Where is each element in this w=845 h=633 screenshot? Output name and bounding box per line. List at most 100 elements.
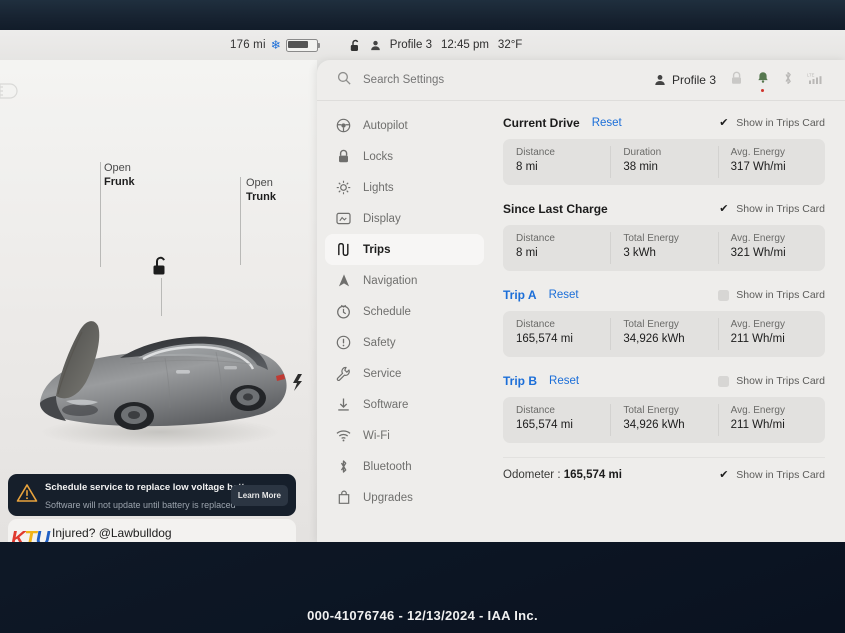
auction-watermark: 000-41076746 - 12/13/2024 - IAA Inc. <box>307 607 538 623</box>
stat-label: Distance <box>516 319 555 330</box>
sidebar-item-service[interactable]: Service <box>325 358 484 389</box>
profile-name[interactable]: Profile 3 <box>390 39 432 51</box>
media-player-card: KTU 103.5 Injured? @Lawbulldog 103.5 KTU… <box>8 519 296 542</box>
checkbox[interactable] <box>718 289 730 301</box>
car-visualization-pane: Open Frunk Open Trunk Schedule service t… <box>0 60 317 542</box>
stat-row: Distance 8 mi Total Energy 3 kWh Avg. Energy… <box>503 225 825 271</box>
checkbox[interactable] <box>718 204 729 215</box>
reset-button[interactable]: Reset <box>592 117 622 129</box>
show-in-trips-card-toggle[interactable]: Show in Trips Card <box>718 375 825 387</box>
sidebar-item-autopilot[interactable]: Autopilot <box>325 110 484 141</box>
sidebar-item-software[interactable]: Software <box>325 389 484 420</box>
sidebar-item-bluetooth[interactable]: Bluetooth <box>325 451 484 482</box>
section-header: Since Last Charge Show in Trips Card <box>503 199 825 219</box>
trips-road-icon <box>336 242 351 257</box>
stat-cell: Distance 8 mi <box>503 139 610 185</box>
settings-sidebar: Autopilot Locks Lights Display Trips Navigati… <box>317 100 492 542</box>
sidebar-item-navigation[interactable]: Navigation <box>325 265 484 296</box>
stat-value: 3 kWh <box>623 247 656 259</box>
range-indicator: 176 mi <box>230 39 266 51</box>
odometer-row: Odometer : 165,574 mi Show in Trips Card <box>503 457 825 481</box>
stat-cell: Duration 38 min <box>610 139 717 185</box>
stat-cell: Avg. Energy 211 Wh/mi <box>717 311 825 357</box>
sidebar-item-lights[interactable]: Lights <box>325 172 484 203</box>
sidebar-item-label: Display <box>363 212 401 225</box>
frunk-stem <box>100 162 101 267</box>
sidebar-item-upgrades[interactable]: Upgrades <box>325 482 484 513</box>
stat-label: Total Energy <box>623 319 679 330</box>
hd-radio-badge: HD <box>273 541 286 542</box>
status-bar: 176 mi ❄ Profile 3 12:45 pm 32°F <box>0 30 845 60</box>
search-input[interactable] <box>361 73 545 87</box>
car-illustration[interactable] <box>10 300 310 455</box>
sidebar-item-safety[interactable]: Safety <box>325 327 484 358</box>
section-header: Trip B Reset Show in Trips Card <box>503 371 825 391</box>
notification-dot <box>760 89 764 92</box>
service-subtitle: Software will not update until battery i… <box>45 500 236 510</box>
lock-icon[interactable] <box>730 71 743 90</box>
wifi-icon <box>336 428 351 443</box>
header-profile[interactable]: Profile 3 <box>654 73 716 87</box>
navigation-arrow-icon <box>336 273 351 288</box>
odometer-value: 165,574 mi <box>563 469 622 481</box>
learn-more-button[interactable]: Learn More <box>230 484 288 506</box>
checkbox[interactable] <box>718 470 729 481</box>
show-in-trips-card-label: Show in Trips Card <box>736 289 825 301</box>
service-title: Schedule service to replace low voltage … <box>45 482 259 493</box>
notification-bell-icon[interactable] <box>757 71 769 92</box>
section-header: Trip A Reset Show in Trips Card <box>503 285 825 305</box>
odometer-label: Odometer : <box>503 469 561 481</box>
show-in-trips-card-toggle[interactable]: Show in Trips Card <box>718 117 825 129</box>
sidebar-item-trips[interactable]: Trips <box>325 234 484 265</box>
section-title: Current Drive <box>503 116 580 130</box>
unlocked-padlock-icon[interactable] <box>350 39 361 52</box>
settings-header: Profile 3 LTE <box>317 60 845 101</box>
service-notification[interactable]: Schedule service to replace low voltage … <box>8 474 296 516</box>
lte-signal-icon: LTE <box>807 71 827 90</box>
stat-label: Total Energy <box>623 405 679 416</box>
reset-button[interactable]: Reset <box>549 375 579 387</box>
sidebar-item-locks[interactable]: Locks <box>325 141 484 172</box>
sidebar-item-label: Service <box>363 367 402 380</box>
snowflake-icon: ❄ <box>270 38 281 52</box>
odometer-show-in-trips-card[interactable]: Show in Trips Card <box>718 469 825 481</box>
bluetooth-icon[interactable] <box>783 71 793 90</box>
stat-label: Avg. Energy <box>730 405 785 416</box>
bluetooth-icon <box>336 459 351 474</box>
section-title: Since Last Charge <box>503 202 608 216</box>
sidebar-item-wi-fi[interactable]: Wi-Fi <box>325 420 484 451</box>
stat-label: Distance <box>516 405 555 416</box>
sidebar-item-label: Software <box>363 398 409 411</box>
dashboard-frame: 176 mi ❄ Profile 3 12:45 pm 32°F Open Fr… <box>0 0 845 633</box>
show-in-trips-card-toggle[interactable]: Show in Trips Card <box>718 203 825 215</box>
checkbox[interactable] <box>718 375 730 387</box>
open-trunk-button[interactable]: Open Trunk <box>240 177 276 265</box>
show-in-trips-card-toggle[interactable]: Show in Trips Card <box>718 289 825 301</box>
media-title: Injured? @Lawbulldog <box>52 526 172 540</box>
headlight-icon[interactable] <box>0 82 28 105</box>
stat-label: Avg. Energy <box>730 147 785 158</box>
search-settings-box[interactable] <box>337 71 654 90</box>
clock: 12:45 pm <box>440 39 489 51</box>
sidebar-item-display[interactable]: Display <box>325 203 484 234</box>
show-in-trips-card-label: Show in Trips Card <box>736 117 825 129</box>
stat-value: 317 Wh/mi <box>730 161 786 173</box>
profile-icon[interactable] <box>370 40 381 51</box>
header-profile-name: Profile 3 <box>671 73 716 87</box>
open-frunk-label-bottom: Frunk <box>104 175 135 188</box>
section-title[interactable]: Trip B <box>503 374 537 388</box>
section-title[interactable]: Trip A <box>503 288 537 302</box>
stat-value: 34,926 kWh <box>623 419 685 431</box>
stat-row: Distance 165,574 mi Total Energy 34,926 kWh… <box>503 397 825 443</box>
sidebar-item-schedule[interactable]: Schedule <box>325 296 484 327</box>
shopping-bag-icon <box>336 490 351 505</box>
stat-label: Avg. Energy <box>730 319 785 330</box>
search-icon <box>337 71 351 90</box>
reset-button[interactable]: Reset <box>549 289 579 301</box>
checkbox[interactable] <box>718 118 729 129</box>
sidebar-item-label: Schedule <box>363 305 411 318</box>
station-logo: KTU 103.5 <box>10 527 50 543</box>
open-trunk-label-top: Open <box>246 177 273 189</box>
open-frunk-button[interactable]: Open Frunk <box>100 162 135 267</box>
stat-cell: Total Energy 3 kWh <box>610 225 717 271</box>
